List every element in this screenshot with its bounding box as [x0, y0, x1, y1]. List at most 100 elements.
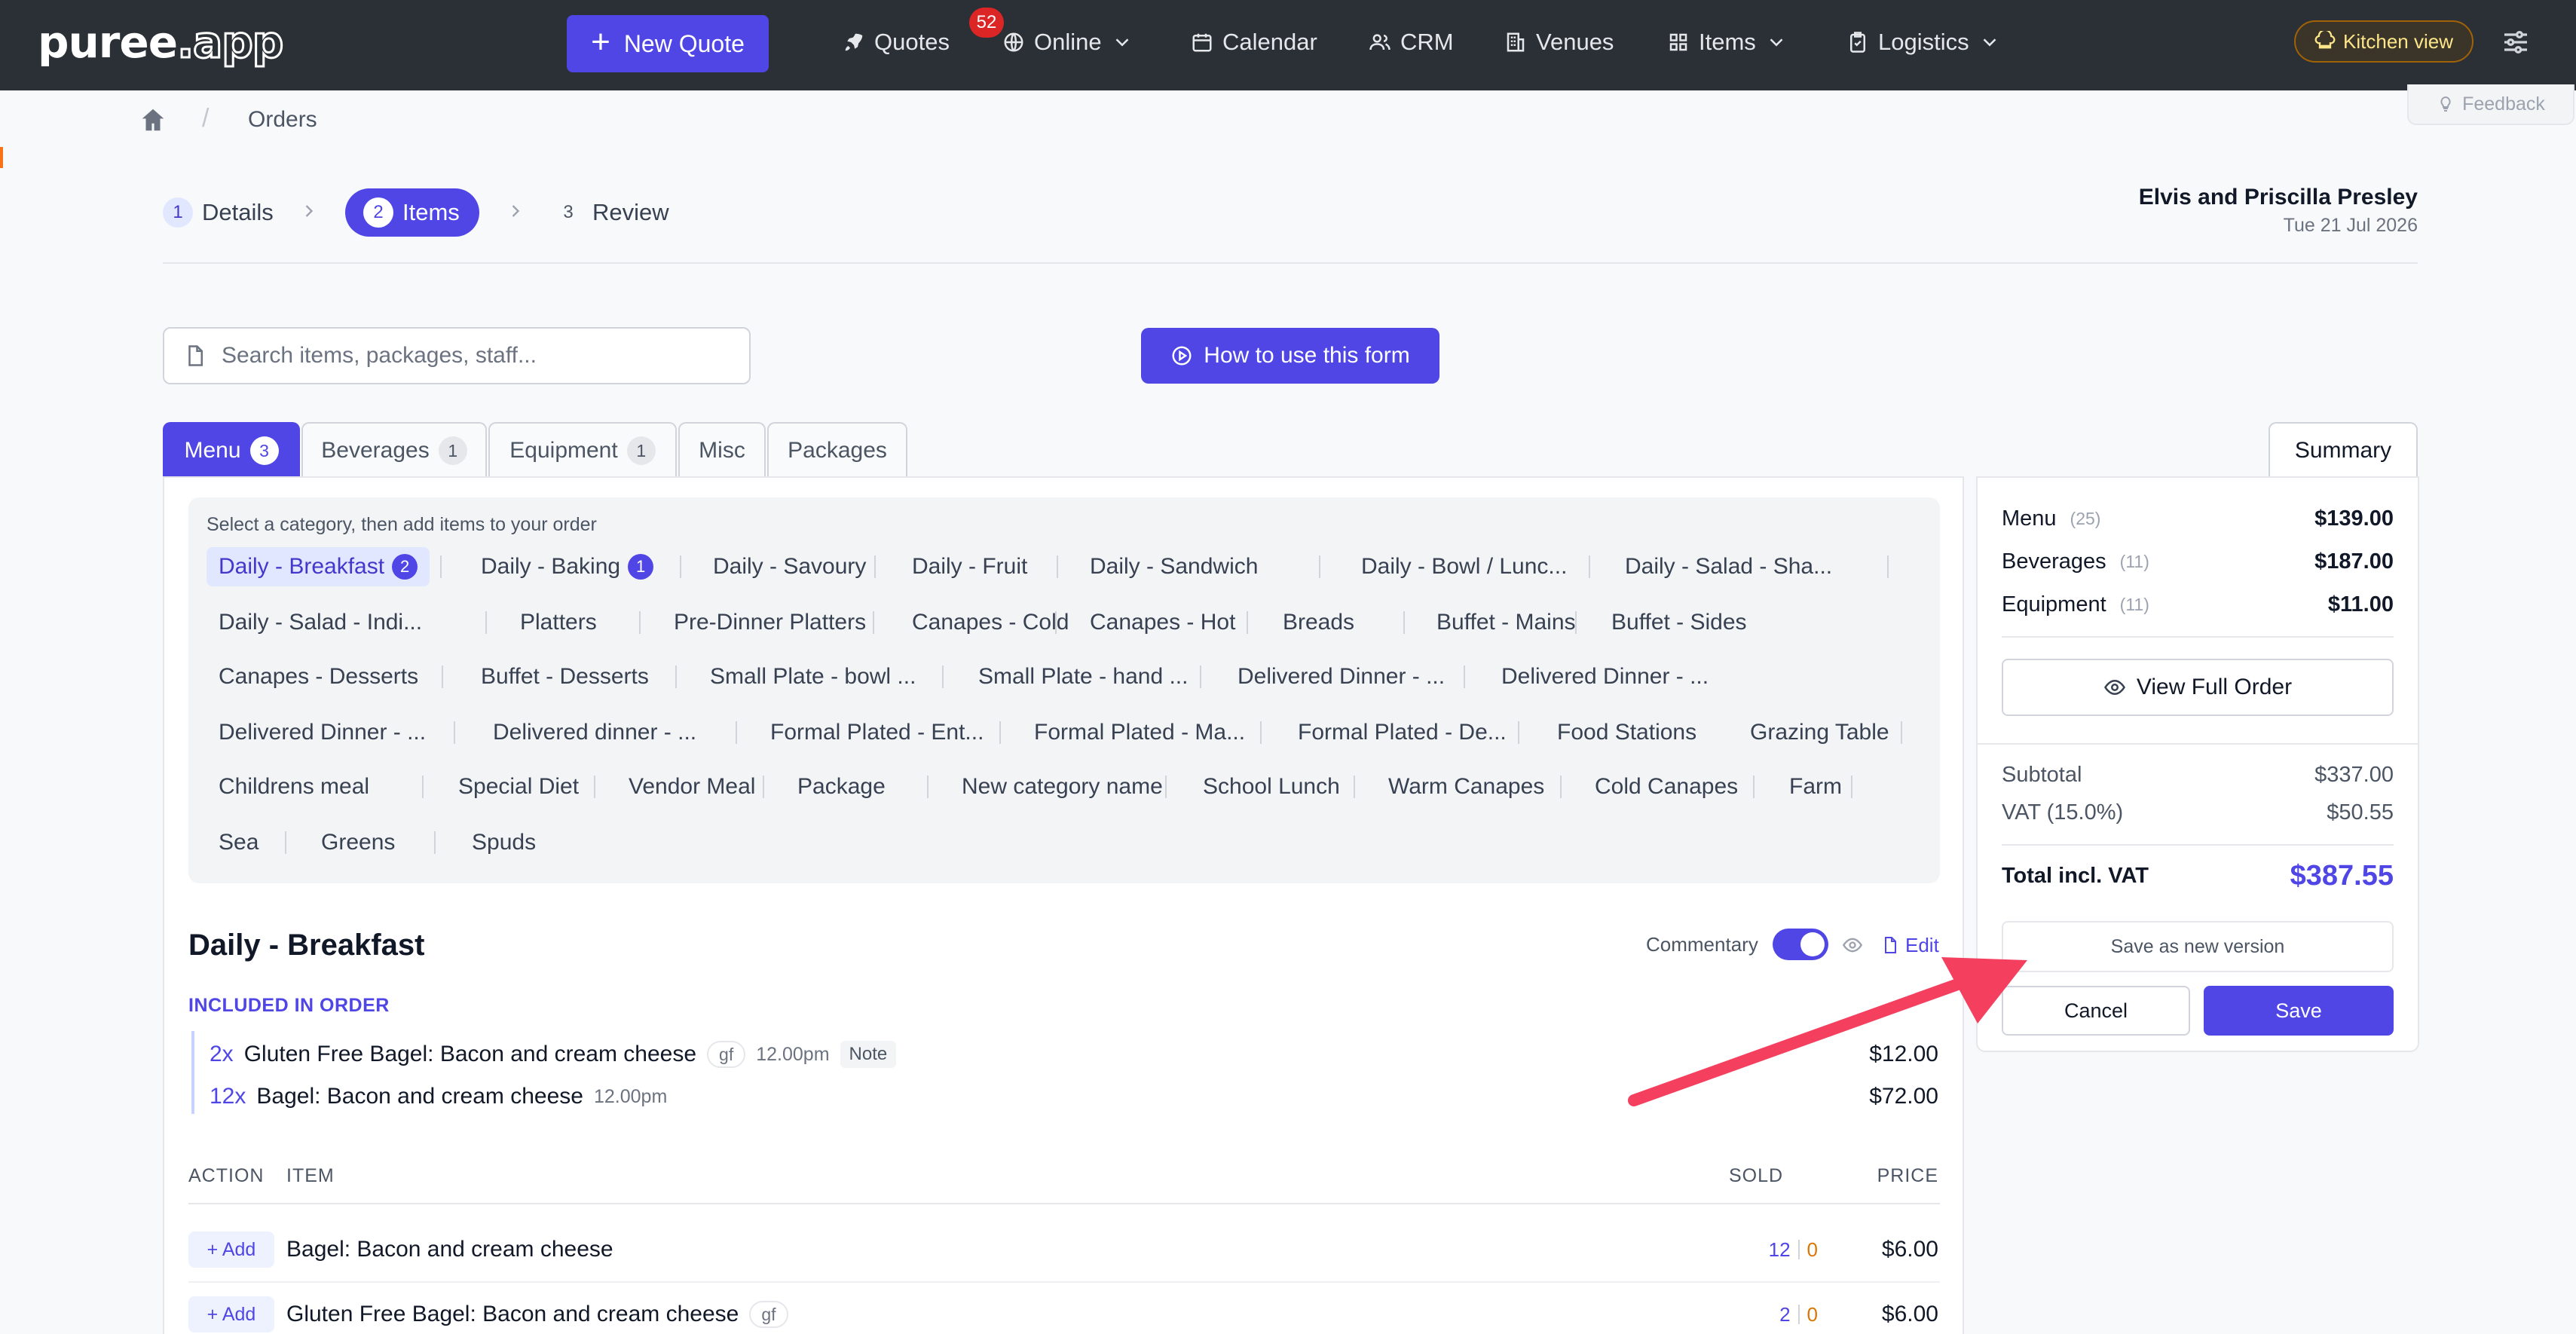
category-label: Daily - Salad - Indi...: [219, 610, 423, 635]
breadcrumb-orders[interactable]: Orders: [248, 107, 317, 133]
category-chip[interactable]: Daily - Baking 1: [481, 547, 654, 586]
category-chip[interactable]: Daily - Sandwich: [1090, 547, 1258, 586]
nav-quotes[interactable]: Quotes: [843, 23, 950, 62]
add-item-button[interactable]: + Add: [188, 1296, 274, 1332]
category-chip[interactable]: Delivered dinner - ...: [493, 713, 696, 752]
tab-menu[interactable]: Menu 3: [163, 422, 300, 478]
home-icon[interactable]: [139, 106, 167, 134]
step-items[interactable]: 2 Items: [345, 188, 479, 237]
category-chip[interactable]: Daily - Breakfast 2: [207, 547, 430, 586]
category-chip[interactable]: Delivered Dinner - ...: [1238, 657, 1445, 696]
category-chip[interactable]: Small Plate - hand ...: [978, 657, 1188, 696]
total-value: $387.55: [2290, 859, 2394, 892]
kitchen-view-button[interactable]: Kitchen view: [2294, 20, 2474, 63]
category-chip[interactable]: Buffet - Desserts: [481, 657, 649, 696]
category-chip[interactable]: Canapes - Desserts: [219, 657, 418, 696]
category-chip[interactable]: Formal Plated - Ma...: [1034, 713, 1245, 752]
category-label: Buffet - Sides: [1611, 610, 1747, 635]
vat-value: $50.55: [2327, 800, 2394, 825]
category-chip[interactable]: School Lunch: [1203, 767, 1340, 806]
category-separator: [1464, 665, 1465, 688]
subtotal-value: $337.00: [2314, 762, 2394, 787]
tab-count-badge: 1: [626, 436, 656, 465]
category-chip[interactable]: Daily - Fruit: [912, 547, 1027, 586]
search-box[interactable]: [163, 327, 751, 384]
category-label: Formal Plated - Ma...: [1034, 720, 1246, 745]
category-chip[interactable]: Canapes - Cold: [912, 603, 1069, 642]
category-chip[interactable]: Daily - Salad - Indi...: [219, 603, 422, 642]
tab-summary[interactable]: Summary: [2269, 422, 2418, 478]
item-quantity: 2x: [210, 1042, 234, 1066]
note-tag[interactable]: Note: [840, 1041, 897, 1068]
divider: [1978, 743, 2418, 745]
category-chip[interactable]: Daily - Salad - Sha...: [1625, 547, 1832, 586]
tab-packages[interactable]: Packages: [767, 422, 907, 478]
category-chip[interactable]: Farm: [1789, 767, 1842, 806]
summary-count: (25): [2070, 508, 2101, 528]
tab-beverages[interactable]: Beverages 1: [301, 422, 487, 478]
category-chip[interactable]: Cold Canapes: [1595, 767, 1738, 806]
nav-online[interactable]: Online: [1002, 23, 1134, 62]
category-chip[interactable]: Sea: [219, 823, 259, 862]
category-chip[interactable]: Platters: [520, 603, 597, 642]
category-chip[interactable]: Formal Plated - De...: [1298, 713, 1507, 752]
category-chip[interactable]: Buffet - Sides: [1611, 603, 1747, 642]
search-input[interactable]: [222, 343, 719, 369]
category-chip[interactable]: Small Plate - bowl ...: [710, 657, 916, 696]
view-full-order-button[interactable]: View Full Order: [2002, 659, 2394, 716]
sliders-icon[interactable]: [2501, 27, 2531, 57]
step-details[interactable]: 1 Details: [163, 188, 274, 237]
category-label: Greens: [321, 830, 396, 855]
category-chip[interactable]: Delivered Dinner - ...: [219, 713, 426, 752]
tab-misc[interactable]: Misc: [678, 422, 766, 478]
category-chip[interactable]: Spuds: [472, 823, 536, 862]
app-logo[interactable]: puree.app: [38, 16, 285, 69]
tab-count-badge: 3: [249, 436, 279, 465]
save-button[interactable]: Save: [2204, 986, 2394, 1036]
step-review[interactable]: 3 Review: [553, 188, 668, 237]
nav-items-label: Items: [1699, 29, 1756, 55]
calendar-icon: [1192, 33, 1212, 52]
category-chip[interactable]: Special Diet: [458, 767, 579, 806]
category-separator: [874, 555, 876, 578]
item-time: 12.00pm: [756, 1043, 830, 1065]
nav-crm[interactable]: CRM: [1369, 23, 1454, 62]
category-chip[interactable]: Greens: [321, 823, 395, 862]
category-chip[interactable]: Breads: [1283, 603, 1354, 642]
category-chip[interactable]: Daily - Savoury: [713, 547, 866, 586]
category-chip[interactable]: Vendor Meal: [629, 767, 755, 806]
feedback-button[interactable]: Feedback: [2407, 84, 2574, 125]
summary-count: (11): [2119, 594, 2149, 614]
included-item[interactable]: 2x Gluten Free Bagel: Bacon and cream ch…: [210, 1036, 897, 1073]
add-item-button[interactable]: + Add: [188, 1232, 274, 1268]
category-chip[interactable]: Warm Canapes: [1388, 767, 1544, 806]
category-chip[interactable]: New category name: [962, 767, 1163, 806]
dietary-tag: gf: [707, 1041, 746, 1068]
nav-logistics[interactable]: Logistics: [1846, 23, 2001, 62]
category-label: Daily - Fruit: [912, 554, 1028, 579]
category-chip[interactable]: Food Stations: [1557, 713, 1696, 752]
tab-equipment[interactable]: Equipment 1: [488, 422, 677, 478]
category-separator: [594, 776, 595, 798]
nav-calendar[interactable]: Calendar: [1191, 23, 1317, 62]
nav-venues[interactable]: Venues: [1504, 23, 1614, 62]
category-separator: [873, 611, 874, 634]
summary-line-equipment: Equipment (11) $11.00: [2002, 589, 2394, 620]
item-name: Bagel: Bacon and cream cheese: [286, 1237, 613, 1262]
category-label: Formal Plated - Ent...: [770, 720, 984, 745]
category-chip[interactable]: Grazing Table: [1750, 713, 1889, 752]
category-chip[interactable]: Childrens meal: [219, 767, 369, 806]
included-item[interactable]: 12x Bagel: Bacon and cream cheese 12.00p…: [210, 1078, 667, 1115]
category-chip[interactable]: Formal Plated - Ent...: [770, 713, 984, 752]
category-chip[interactable]: Daily - Bowl / Lunc...: [1361, 547, 1567, 586]
how-to-use-button[interactable]: How to use this form: [1141, 328, 1439, 384]
category-chip[interactable]: Delivered Dinner - ...: [1501, 657, 1709, 696]
nav-items[interactable]: Items: [1667, 23, 1788, 62]
save-as-new-version-button[interactable]: Save as new version: [2002, 921, 2394, 972]
quotes-count-badge: 52: [969, 8, 1004, 38]
new-quote-button[interactable]: + New Quote: [567, 15, 769, 72]
category-chip[interactable]: Canapes - Hot: [1090, 603, 1235, 642]
category-chip[interactable]: Package: [797, 767, 886, 806]
category-chip[interactable]: Buffet - Mains: [1436, 603, 1576, 642]
category-chip[interactable]: Pre-Dinner Platters: [674, 603, 866, 642]
